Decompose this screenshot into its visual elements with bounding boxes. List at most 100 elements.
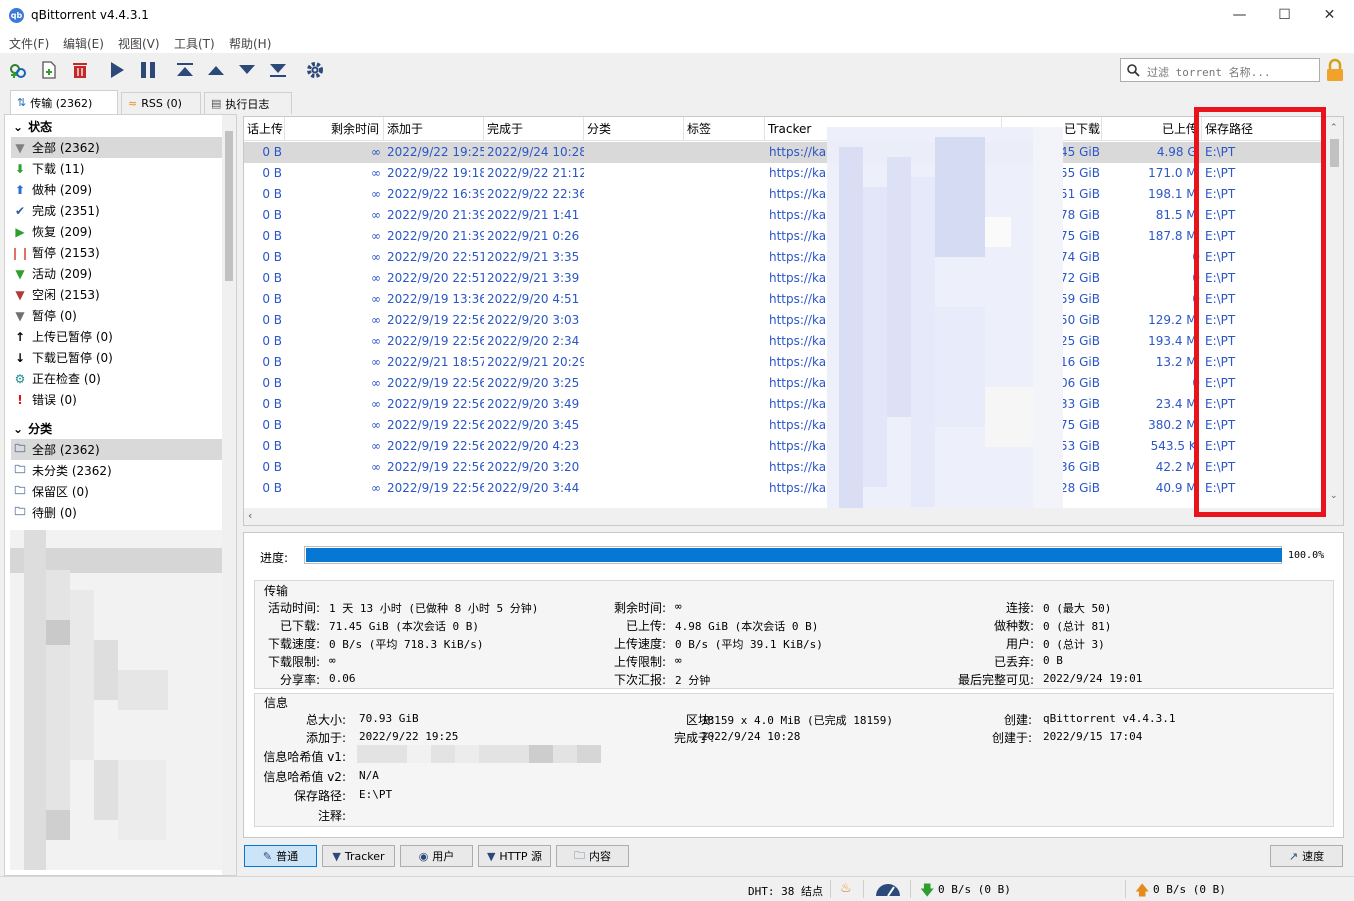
column-header-category[interactable]: 分类 bbox=[584, 117, 684, 141]
table-row[interactable]: 0 B ∞ 2022/9/22 19:25 2022/9/24 10:28 https:… bbox=[244, 142, 1327, 163]
menu-view[interactable]: 视图(V) bbox=[118, 35, 160, 52]
table-row[interactable]: 0 B ∞ 2022/9/19 22:56 2022/9/20 3:03 https:/… bbox=[244, 310, 1327, 331]
sidebar-status-label: 暂停 (2153) bbox=[32, 246, 100, 260]
sidebar-status-label: 下载已暂停 (0) bbox=[32, 351, 113, 365]
move-top-icon[interactable] bbox=[173, 58, 197, 82]
menu-tools[interactable]: 工具(T) bbox=[174, 35, 215, 52]
table-vertical-scrollbar[interactable]: ⌃ ⌄ bbox=[1326, 117, 1343, 509]
table-row[interactable]: 0 B ∞ 2022/9/19 22:56 2022/9/20 3:44 https:/… bbox=[244, 478, 1327, 499]
table-row[interactable]: 0 B ∞ 2022/9/19 22:56 2022/9/20 2:34 https:/… bbox=[244, 331, 1327, 352]
options-gear-icon[interactable] bbox=[303, 58, 327, 82]
table-row[interactable]: 0 B ∞ 2022/9/20 22:51 2022/9/21 3:35 https:/… bbox=[244, 247, 1327, 268]
add-file-icon[interactable] bbox=[37, 58, 61, 82]
sidebar-category-item[interactable]: 🗀 待删 (0) bbox=[11, 502, 222, 523]
table-row[interactable]: 0 B ∞ 2022/9/19 22:56 2022/9/20 3:49 https:/… bbox=[244, 394, 1327, 415]
sidebar-status-item[interactable]: ↓ 下载已暂停 (0) bbox=[11, 347, 222, 368]
menu-edit[interactable]: 编辑(E) bbox=[63, 35, 104, 52]
sidebar-status-item[interactable]: ▼ 空闲 (2153) bbox=[11, 284, 222, 305]
menu-file[interactable]: 文件(F) bbox=[9, 35, 49, 52]
sidebar-status-item[interactable]: ! 错误 (0) bbox=[11, 389, 222, 410]
sidebar-status-item[interactable]: ⚙ 正在检查 (0) bbox=[11, 368, 222, 389]
column-header-eta[interactable]: 剩余时间 bbox=[285, 117, 384, 141]
dl-limit-key: 下载限制: bbox=[267, 655, 320, 669]
column-header-session-upload[interactable]: 话上传 bbox=[244, 117, 285, 141]
sidebar-category-item[interactable]: 🗀 全部 (2362) bbox=[11, 439, 222, 460]
connection-status-icon[interactable]: ♨ bbox=[840, 881, 852, 896]
total-size-key: 总大小: bbox=[305, 713, 346, 727]
table-row[interactable]: 0 B ∞ 2022/9/19 22:56 2022/9/20 3:25 https:/… bbox=[244, 373, 1327, 394]
table-row[interactable]: 0 B ∞ 2022/9/22 16:39 2022/9/22 22:36 https:… bbox=[244, 184, 1327, 205]
maximize-button[interactable]: ☐ bbox=[1262, 0, 1307, 31]
scroll-down-arrow-icon[interactable]: ⌄ bbox=[1330, 491, 1338, 501]
move-down-icon[interactable] bbox=[235, 58, 259, 82]
sidebar-category-item[interactable]: 🗀 未分类 (2362) bbox=[11, 460, 222, 481]
lock-icon[interactable] bbox=[1325, 58, 1345, 82]
tab-peers[interactable]: ◉ 用户 bbox=[400, 845, 473, 867]
scroll-left-arrow-icon[interactable]: ‹ bbox=[248, 509, 252, 522]
upload-speed[interactable]: 0 B/s (0 B) bbox=[1153, 883, 1226, 896]
sidebar-status-item[interactable]: ▶ 恢复 (209) bbox=[11, 221, 222, 242]
sidebar-status-item[interactable]: ▼ 全部 (2362) bbox=[11, 137, 222, 158]
table-row[interactable]: 0 B ∞ 2022/9/19 22:56 2022/9/20 3:20 https:/… bbox=[244, 457, 1327, 478]
delete-icon[interactable] bbox=[68, 58, 92, 82]
search-input[interactable]: 过滤 torrent 名称... bbox=[1120, 58, 1320, 82]
sidebar-status-item[interactable]: ✔ 完成 (2351) bbox=[11, 200, 222, 221]
table-row[interactable]: 0 B ∞ 2022/9/20 22:51 2022/9/21 3:39 https:/… bbox=[244, 268, 1327, 289]
cell-added-on: 2022/9/19 22:56 bbox=[387, 418, 484, 432]
download-speed[interactable]: 0 B/s (0 B) bbox=[938, 883, 1011, 896]
cell-added-on: 2022/9/19 22:56 bbox=[387, 481, 484, 495]
sidebar-category-item[interactable]: 🗀 保留区 (0) bbox=[11, 481, 222, 502]
sidebar-status-item[interactable]: ⬆ 做种 (209) bbox=[11, 179, 222, 200]
cell-tracker: https://ka bbox=[769, 292, 827, 306]
sidebar-scroll-thumb[interactable] bbox=[225, 131, 233, 281]
sidebar-status-item[interactable]: ⬇ 下载 (11) bbox=[11, 158, 222, 179]
table-row[interactable]: 0 B ∞ 2022/9/20 21:39 2022/9/21 0:26 https:/… bbox=[244, 226, 1327, 247]
column-header-downloaded[interactable]: 已下载 bbox=[1061, 117, 1102, 141]
menu-help[interactable]: 帮助(H) bbox=[229, 35, 271, 52]
tab-speed[interactable]: ↗ 速度 bbox=[1270, 845, 1343, 867]
move-bottom-icon[interactable] bbox=[266, 58, 290, 82]
scroll-up-arrow-icon[interactable]: ⌃ bbox=[1330, 123, 1338, 133]
close-button[interactable]: ✕ bbox=[1307, 0, 1352, 31]
tab-general[interactable]: ✎ 普通 bbox=[244, 845, 317, 867]
tab-transfer-label: 传输 (2362) bbox=[30, 96, 93, 110]
tab-content[interactable]: 🗀 内容 bbox=[556, 845, 629, 867]
table-scroll-thumb[interactable] bbox=[1330, 139, 1339, 167]
uploaded-value: 4.98 GiB (本次会话 0 B) bbox=[675, 620, 819, 633]
add-link-icon[interactable] bbox=[6, 58, 30, 82]
category-section-header[interactable]: ⌄ 分类 bbox=[13, 420, 52, 437]
column-header-uploaded[interactable]: 已上传 bbox=[1102, 117, 1202, 141]
column-header-added-on[interactable]: 添加于 bbox=[384, 117, 484, 141]
tab-transfer[interactable]: ⇅ 传输 (2362) bbox=[10, 90, 118, 114]
sidebar-status-item[interactable]: ▼ 暂停 (0) bbox=[11, 305, 222, 326]
sidebar-status-item[interactable]: ↑ 上传已暂停 (0) bbox=[11, 326, 222, 347]
sidebar-status-item[interactable]: ❙❙ 暂停 (2153) bbox=[10, 242, 222, 263]
cell-session-upload: 0 B bbox=[262, 208, 282, 222]
status-section-header[interactable]: ⌄ 状态 bbox=[13, 118, 52, 135]
app-logo-icon: qb bbox=[9, 8, 24, 23]
sidebar-scrollbar[interactable] bbox=[222, 115, 236, 875]
table-row[interactable]: 0 B ∞ 2022/9/19 22:56 2022/9/20 3:45 https:/… bbox=[244, 415, 1327, 436]
resume-icon[interactable] bbox=[105, 58, 129, 82]
tab-execution-log[interactable]: ▤ 执行日志 bbox=[204, 92, 292, 114]
table-horizontal-scrollbar[interactable]: ‹ bbox=[244, 508, 1343, 525]
column-header-completed-on[interactable]: 完成于 bbox=[484, 117, 584, 141]
minimize-button[interactable]: — bbox=[1217, 0, 1262, 31]
table-row[interactable]: 0 B ∞ 2022/9/19 22:56 2022/9/20 4:23 https:/… bbox=[244, 436, 1327, 457]
column-header-tags[interactable]: 标签 bbox=[684, 117, 765, 141]
tab-tracker[interactable]: ▼ Tracker bbox=[322, 845, 395, 867]
table-row[interactable]: 0 B ∞ 2022/9/19 13:36 2022/9/20 4:51 https:/… bbox=[244, 289, 1327, 310]
cell-uploaded: 187.8 Mi bbox=[1148, 229, 1200, 243]
tab-http-sources[interactable]: ▼ HTTP 源 bbox=[478, 845, 551, 867]
search-placeholder: 过滤 torrent 名称... bbox=[1147, 66, 1271, 79]
alt-speed-icon[interactable] bbox=[874, 881, 902, 897]
cell-added-on: 2022/9/22 19:18 bbox=[387, 166, 484, 180]
pause-icon[interactable] bbox=[136, 58, 160, 82]
tab-rss[interactable]: ≈ RSS (0) bbox=[121, 92, 201, 114]
move-up-icon[interactable] bbox=[204, 58, 228, 82]
sidebar-status-item[interactable]: ▼ 活动 (209) bbox=[11, 263, 222, 284]
added-key: 添加于: bbox=[305, 731, 346, 745]
table-row[interactable]: 0 B ∞ 2022/9/20 21:39 2022/9/21 1:41 https:/… bbox=[244, 205, 1327, 226]
table-row[interactable]: 0 B ∞ 2022/9/21 18:57 2022/9/21 20:29 https:… bbox=[244, 352, 1327, 373]
table-row[interactable]: 0 B ∞ 2022/9/22 19:18 2022/9/22 21:12 https:… bbox=[244, 163, 1327, 184]
